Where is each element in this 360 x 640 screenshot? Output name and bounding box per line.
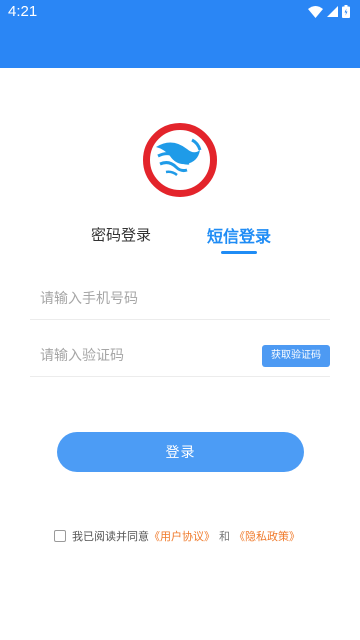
phone-field: [30, 280, 330, 320]
login-button[interactable]: 登录: [57, 432, 304, 472]
tab-sms-login[interactable]: 短信登录: [207, 223, 271, 247]
header-bar: 4:21: [0, 0, 360, 68]
agreement-row: 我已阅读并同意 《用户协议》 和 《隐私政策》: [54, 528, 300, 544]
user-agreement-link[interactable]: 《用户协议》: [149, 528, 215, 544]
login-screen: 4:21 密码登录 短信登录 请输入手机号码 请输入验证码 获取验证码 登录 我…: [0, 0, 360, 640]
verification-code-field: 获取验证码: [30, 337, 330, 377]
active-tab-indicator: [221, 251, 257, 254]
tab-password-login[interactable]: 密码登录: [91, 224, 151, 245]
verification-code-input[interactable]: [40, 337, 250, 375]
agreement-and: 和: [219, 530, 230, 543]
app-logo-icon: [142, 122, 218, 198]
privacy-policy-link[interactable]: 《隐私政策》: [234, 528, 300, 544]
cellular-signal-icon: [327, 6, 338, 17]
status-time: 4:21: [8, 3, 38, 20]
status-icons: [308, 5, 350, 18]
phone-input[interactable]: [40, 280, 250, 318]
battery-icon: [342, 5, 350, 18]
wifi-icon: [308, 5, 323, 18]
agreement-checkbox[interactable]: [54, 530, 66, 542]
get-code-button[interactable]: 获取验证码: [262, 345, 330, 367]
agreement-prefix: 我已阅读并同意: [72, 530, 149, 543]
